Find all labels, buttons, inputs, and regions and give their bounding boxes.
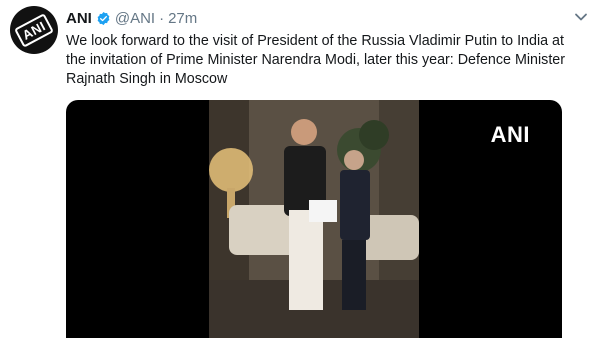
video-frame xyxy=(209,100,419,338)
more-options-button[interactable] xyxy=(572,8,590,26)
tweet-text: We look forward to the visit of Presiden… xyxy=(66,33,566,87)
video-scene xyxy=(209,100,419,338)
tweet-media-video[interactable]: ANI xyxy=(66,100,562,338)
author-handle[interactable]: @ANI xyxy=(115,10,155,27)
verified-badge-icon xyxy=(97,11,110,25)
tweet-timestamp[interactable]: 27m xyxy=(168,10,197,27)
avatar-logo: ANI xyxy=(14,12,54,48)
header-separator: · xyxy=(159,9,165,27)
tweet-header: ANI @ANI · 27m xyxy=(66,8,197,28)
avatar[interactable]: ANI xyxy=(10,6,58,54)
author-name[interactable]: ANI xyxy=(66,10,92,27)
media-watermark: ANI xyxy=(490,122,530,147)
chevron-down-icon xyxy=(575,13,587,21)
